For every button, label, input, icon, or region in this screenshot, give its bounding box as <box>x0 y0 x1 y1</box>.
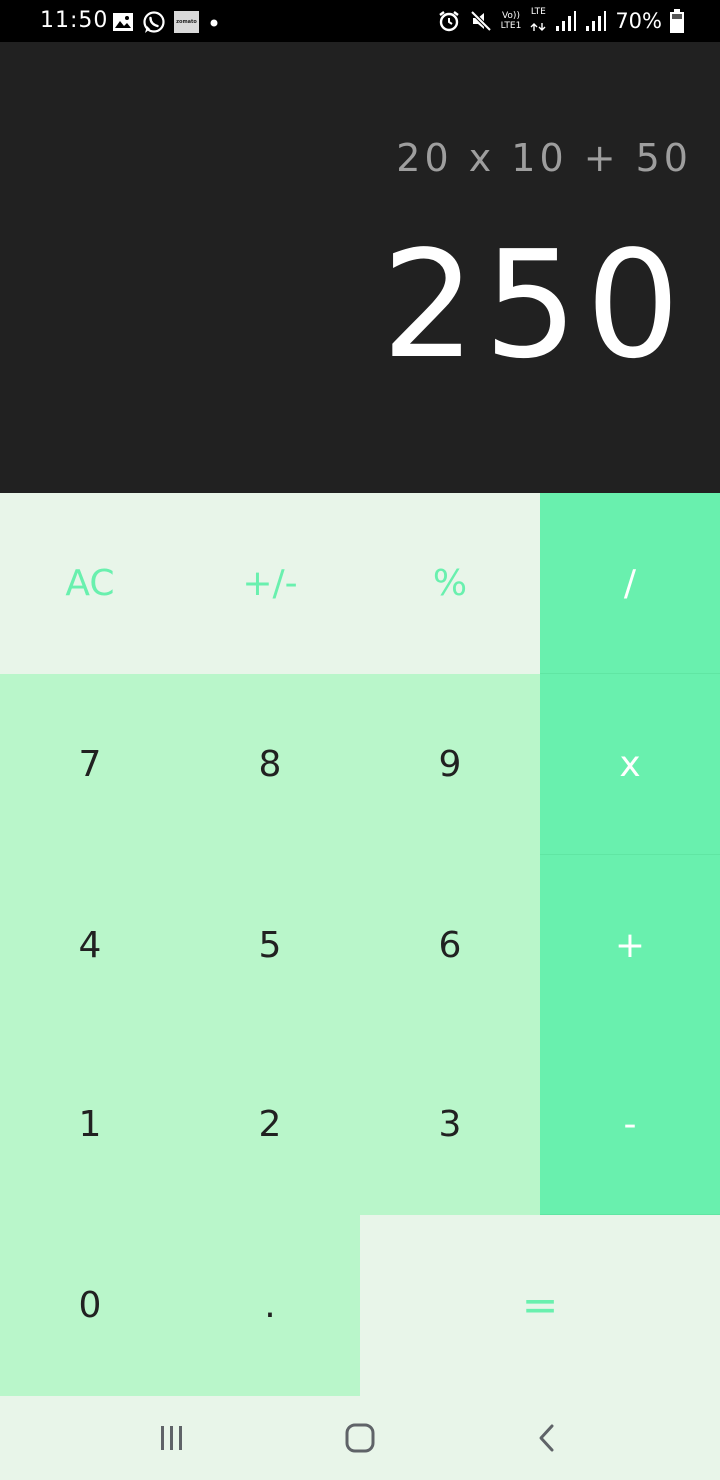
status-notification-icons: zomato <box>112 9 221 35</box>
digit-1-button[interactable]: 1 <box>0 1034 180 1215</box>
result-text: 250 <box>381 219 688 391</box>
navigation-bar <box>0 1396 720 1480</box>
battery-percentage: 70% <box>615 9 662 33</box>
digit-9-button[interactable]: 9 <box>360 674 540 855</box>
percent-button[interactable]: % <box>360 493 540 674</box>
digit-4-button[interactable]: 4 <box>0 855 180 1036</box>
clear-button[interactable]: AC <box>0 493 180 674</box>
expression-text: 20 x 10 + 50 <box>396 136 692 180</box>
signal-icon <box>586 11 607 31</box>
recent-apps-icon[interactable] <box>150 1416 194 1460</box>
digit-2-button[interactable]: 2 <box>180 1034 360 1215</box>
gallery-icon <box>113 13 133 31</box>
mute-icon <box>470 10 492 32</box>
divide-button[interactable]: / <box>540 493 720 674</box>
alarm-icon <box>438 11 459 32</box>
data-arrows-icon <box>530 22 546 31</box>
equals-button[interactable]: = <box>360 1215 720 1396</box>
digit-6-button[interactable]: 6 <box>360 855 540 1036</box>
status-system-icons: Vo)) LTE1 LTE 70% <box>437 7 684 35</box>
lte1-label: LTE1 <box>500 21 522 31</box>
plus-button[interactable]: + <box>540 855 720 1036</box>
keypad: AC +/- % / 7 8 9 x 4 5 6 + 1 2 3 - 0 . = <box>0 493 720 1396</box>
calculator-app: 11:50 zomato Vo)) LTE1 LTE 70% 20 x 10 +… <box>0 0 720 1480</box>
lte-label: LTE <box>530 6 546 17</box>
status-time: 11:50 <box>40 8 109 33</box>
calculator-display: 20 x 10 + 50 250 <box>0 42 720 493</box>
signal-icon <box>556 11 577 31</box>
home-icon[interactable] <box>338 1416 382 1460</box>
dot-icon <box>210 19 218 27</box>
digit-5-button[interactable]: 5 <box>180 855 360 1036</box>
digit-8-button[interactable]: 8 <box>180 674 360 855</box>
decimal-button[interactable]: . <box>180 1215 360 1396</box>
status-bar: 11:50 zomato Vo)) LTE1 LTE 70% <box>0 0 720 42</box>
lte-icon: LTE <box>529 7 547 36</box>
volte-label: Vo)) <box>501 11 520 21</box>
digit-0-button[interactable]: 0 <box>0 1215 180 1396</box>
back-icon[interactable] <box>526 1416 570 1460</box>
digit-7-button[interactable]: 7 <box>0 674 180 855</box>
zomato-icon: zomato <box>174 11 199 33</box>
whatsapp-icon <box>143 11 165 33</box>
digit-3-button[interactable]: 3 <box>360 1034 540 1215</box>
minus-button[interactable]: - <box>540 1034 720 1215</box>
battery-icon <box>670 9 684 33</box>
multiply-button[interactable]: x <box>540 674 720 855</box>
sign-toggle-button[interactable]: +/- <box>180 493 360 674</box>
volte-icon: Vo)) LTE1 <box>501 11 522 31</box>
zomato-label: zomato <box>176 19 197 25</box>
